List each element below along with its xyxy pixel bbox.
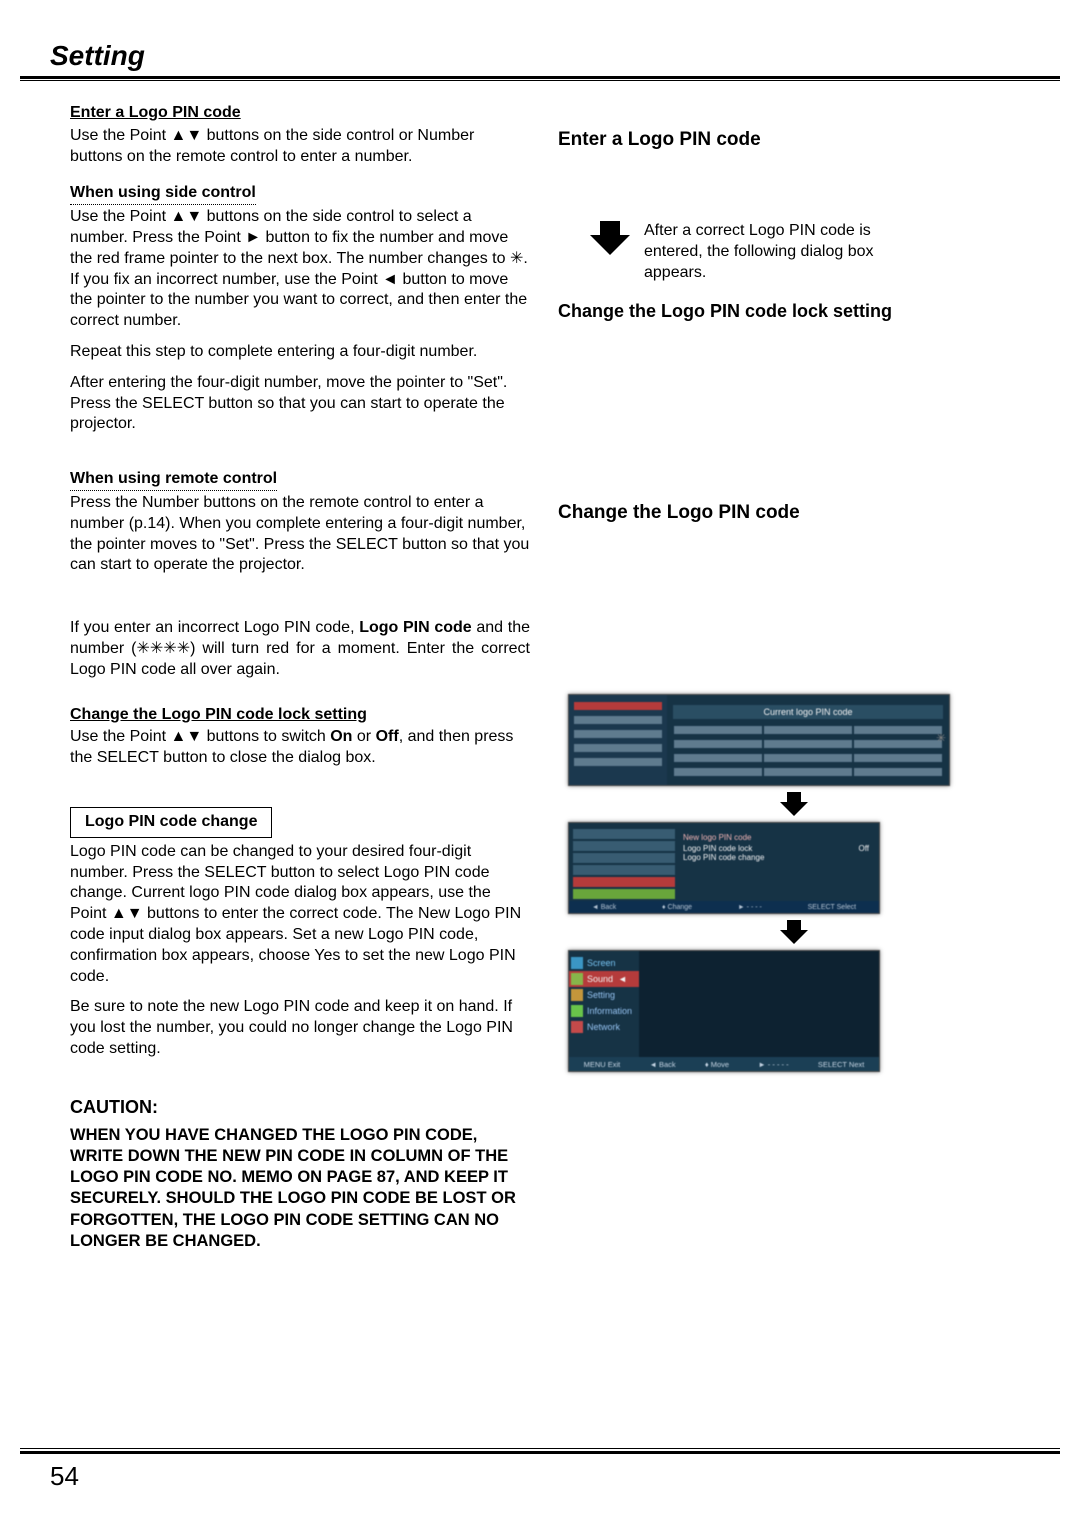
foot-change: ♦ Change [662, 904, 692, 911]
foot-select: SELECT Select [808, 904, 857, 911]
right-heading-changepin: Change the Logo PIN code [558, 502, 1030, 524]
dialog-current-pin: Current logo PIN code ✳ ✳✳✳✳ ✳ [568, 694, 950, 786]
foot-blank: ► - - - - [738, 904, 762, 911]
caution-heading: CAUTION: [70, 1096, 530, 1119]
footer-divider-thin [20, 1448, 1060, 1449]
heading-change-lock: Change the Logo PIN code lock setting [70, 705, 530, 726]
page-number: 54 [50, 1461, 79, 1492]
right-heading-enter: Enter a Logo PIN code [558, 129, 1030, 151]
pin-mask: ✳ ✳✳✳✳ ✳ [936, 731, 950, 745]
menu-sound: Sound ◄ [569, 971, 639, 987]
heading-remote-control: When using remote control [70, 469, 277, 491]
right-column: Enter a Logo PIN code After a correct Lo… [558, 99, 1030, 1252]
heading-side-control: When using side control [70, 183, 256, 205]
opt-change: Logo PIN code change [683, 853, 875, 862]
para-side-control: Use the Point ▲▼ buttons on the side con… [70, 207, 530, 332]
para-note: Be sure to note the new Logo PIN code an… [70, 997, 530, 1059]
down-arrow-icon [779, 920, 809, 944]
dialog-menu: Screen Sound ◄ Setting Information Netwo… [568, 950, 880, 1072]
menu-screen: Screen [569, 955, 639, 971]
para-enter: Use the Point ▲▼ buttons on the side con… [70, 126, 530, 168]
box-logo-pin-change: Logo PIN code change [70, 807, 272, 838]
para-change: Logo PIN code can be changed to your des… [70, 842, 530, 988]
foot-back: ◄ Back [592, 904, 616, 911]
arrow-text: After a correct Logo PIN code is entered… [644, 221, 924, 283]
foot-back: ◄ Back [649, 1060, 675, 1069]
down-arrow-icon [590, 221, 630, 255]
menu-information: Information [569, 1003, 639, 1019]
foot-next: SELECT Next [818, 1060, 865, 1069]
divider-thick [20, 76, 1060, 79]
foot-dash: ► - - - - - [758, 1060, 788, 1069]
menu-network: Network [569, 1019, 639, 1035]
foot-move: ♦ Move [705, 1060, 729, 1069]
new-pin-label: New logo PIN code [683, 833, 875, 842]
section-header: Setting [50, 40, 1030, 72]
divider-thin [20, 80, 1060, 81]
left-column: Enter a Logo PIN code Use the Point ▲▼ b… [70, 99, 530, 1252]
dialog-title: Current logo PIN code [673, 705, 943, 719]
para-incorrect: If you enter an incorrect Logo PIN code,… [70, 618, 530, 680]
down-arrow-icon [779, 792, 809, 816]
para-repeat: Repeat this step to complete entering a … [70, 342, 530, 363]
arrow-callout: After a correct Logo PIN code is entered… [588, 221, 1030, 283]
para-remote: Press the Number buttons on the remote c… [70, 493, 530, 576]
caution-body: when you have changed THE LOGO PIn code,… [70, 1125, 530, 1252]
dialog-new-pin: New logo PIN code Logo PIN code lock Off… [568, 822, 880, 914]
footer-divider-thick [20, 1451, 1060, 1454]
opt-lock: Logo PIN code lock Off [683, 844, 875, 853]
para-after-four: After entering the four-digit number, mo… [70, 373, 530, 435]
foot-exit: MENU Exit [584, 1060, 621, 1069]
para-change-lock: Use the Point ▲▼ buttons to switch On or… [70, 727, 530, 769]
heading-enter-pin: Enter a Logo PIN code [70, 103, 530, 124]
right-heading-changelock: Change the Logo PIN code lock setting [558, 301, 1030, 322]
menu-setting: Setting [569, 987, 639, 1003]
